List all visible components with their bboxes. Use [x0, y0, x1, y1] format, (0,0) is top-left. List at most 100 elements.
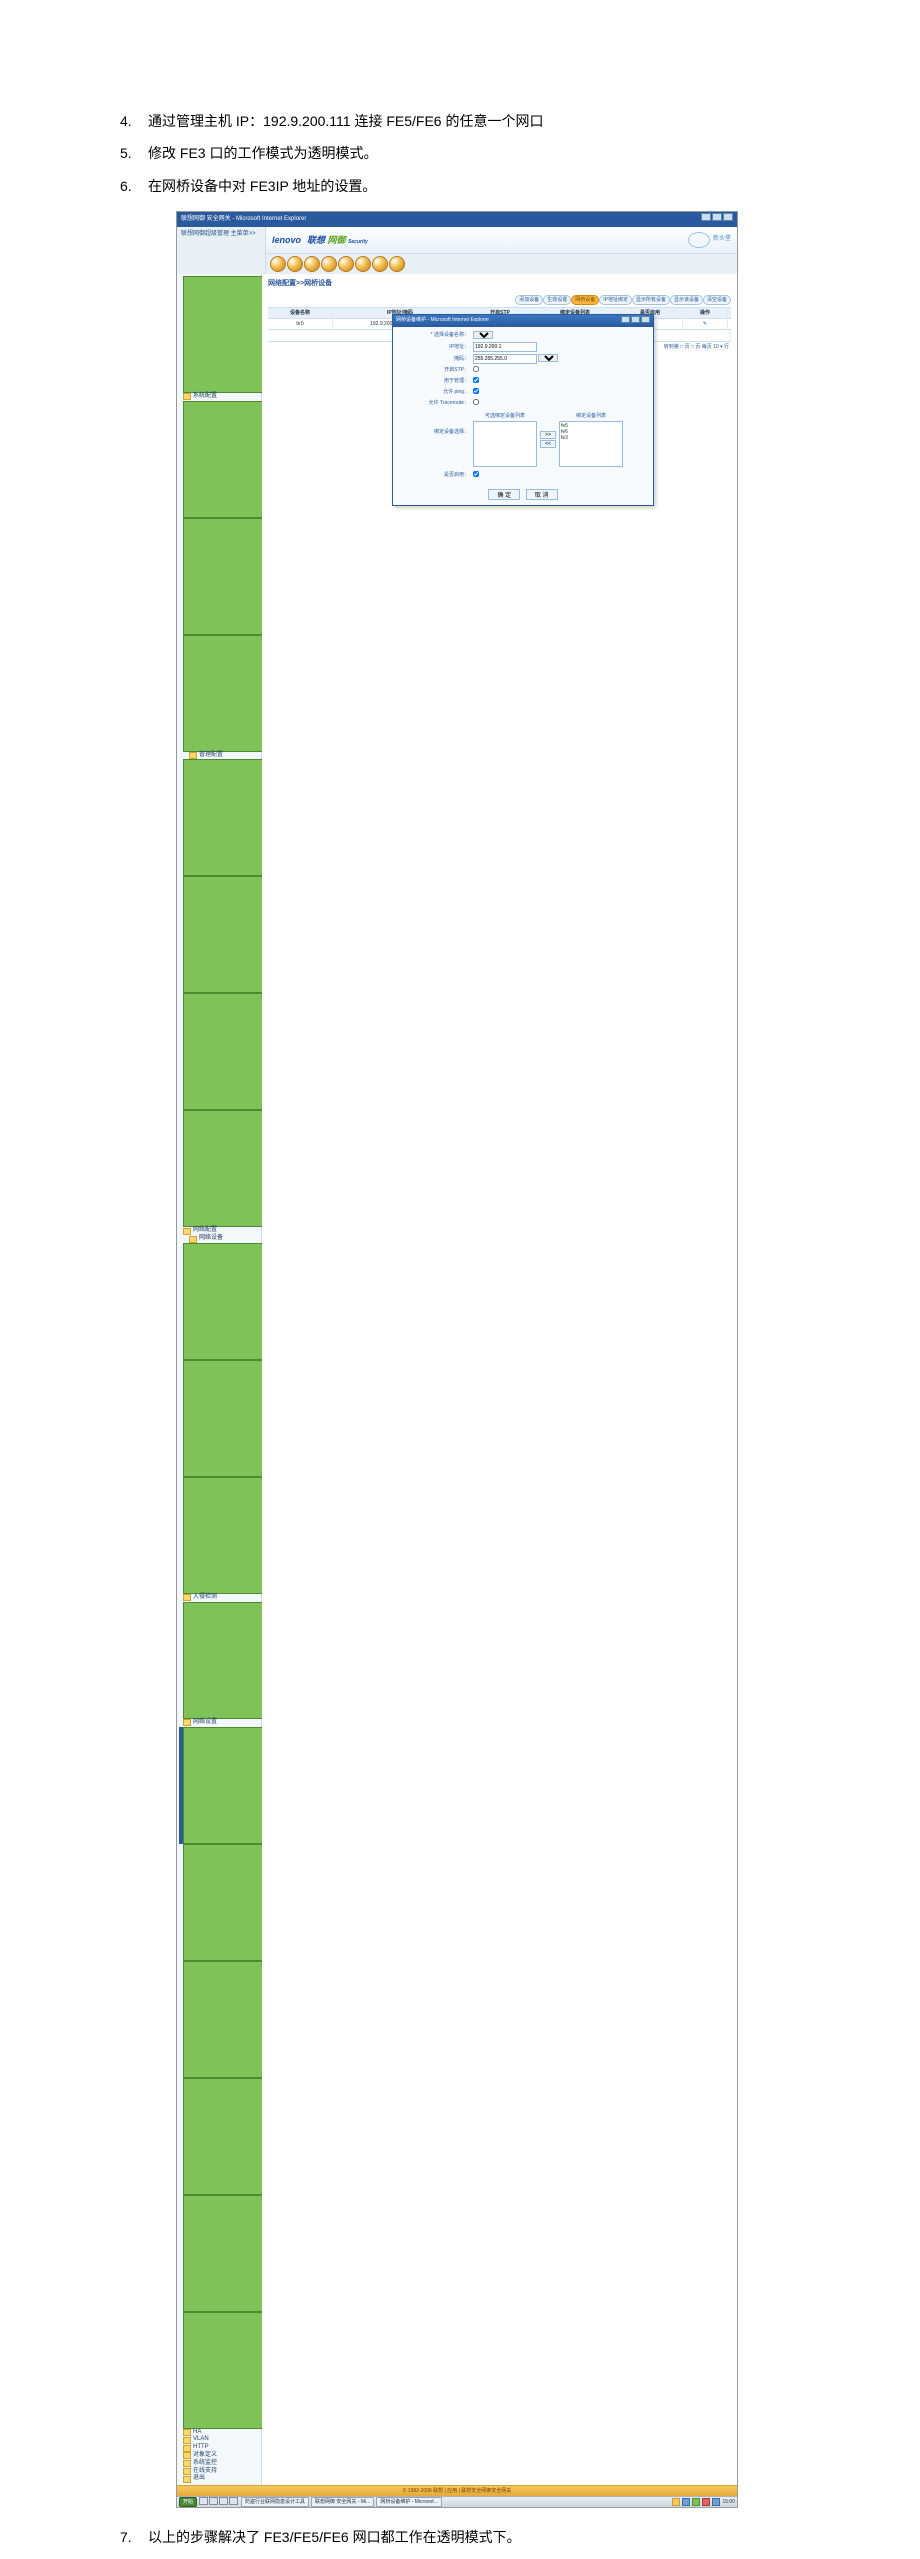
tree-item[interactable]: 管理主机 — [179, 759, 259, 876]
toolbar-button[interactable] — [389, 256, 405, 272]
checkbox-enable[interactable] — [473, 471, 479, 477]
linkbar-item[interactable]: 显示该设备 — [670, 295, 703, 305]
cell-ops[interactable]: ✎ — [683, 319, 728, 329]
tray-icon[interactable] — [682, 2498, 690, 2506]
tree-item[interactable]: 产品许可证 — [179, 1602, 259, 1719]
tree-item-label: 网络设置 — [193, 1719, 217, 1727]
start-button[interactable]: 开始 — [179, 2497, 197, 2507]
tree-item[interactable]: 集中管理 — [179, 1110, 259, 1227]
toolbar-button[interactable] — [270, 256, 286, 272]
tree-item[interactable]: 系统参数 — [179, 518, 259, 635]
tree-item-label: VLAN — [193, 2436, 209, 2444]
tree-item[interactable]: 集中管理 — [179, 1477, 259, 1594]
checkbox-ping[interactable] — [473, 388, 479, 394]
listbox-bound[interactable]: fe5fe6fe3 — [559, 421, 623, 467]
checkbox-stp[interactable] — [473, 366, 479, 372]
tree-item[interactable]: DHCP服务器 — [179, 2195, 259, 2312]
toolbar-button[interactable] — [355, 256, 371, 272]
list-item[interactable]: fe3 — [561, 435, 621, 441]
input-mask[interactable] — [473, 354, 537, 364]
quick-launch[interactable] — [199, 2497, 239, 2508]
toolbar-button[interactable] — [338, 256, 354, 272]
tree-item[interactable]: 退出 — [179, 2475, 259, 2483]
tray-icon[interactable] — [692, 2498, 700, 2506]
tree-item[interactable]: 入侵检测 — [179, 1594, 259, 1602]
tree-item[interactable]: VLAN — [179, 2436, 259, 2444]
statusbar: © 1992-2006 联想 | 应用 | 联想安全网御安全网关 — [177, 2485, 737, 2496]
tree-item[interactable]: 日期时间 — [179, 401, 259, 518]
tray-icon[interactable] — [702, 2498, 710, 2506]
tree-item[interactable]: HTTP — [179, 2444, 259, 2452]
modal-title: 网桥设备维护 - Microsoft Internet Explorer — [396, 316, 489, 326]
checkbox-mgmt[interactable] — [473, 377, 479, 383]
folder-icon — [183, 1719, 191, 1726]
label-bind-select: 绑定设备选择： — [399, 410, 473, 436]
dual-left-title: 可选绑定设备列表 — [473, 412, 537, 420]
tree-item[interactable]: 策略路由 — [179, 2078, 259, 2195]
linkbar-item[interactable]: 网桥设备 — [571, 295, 599, 305]
checkbox-traceroute[interactable] — [473, 399, 479, 405]
label-enable: 是否启用： — [399, 471, 473, 479]
linkbar-item[interactable]: 添加设备 — [515, 295, 543, 305]
tree-item[interactable]: 拨号设备 — [179, 1360, 259, 1477]
tree-item[interactable]: 网络设备 — [179, 1235, 259, 1243]
taskbar-item[interactable]: 防盗行业联网隐患设计工具 — [241, 2497, 309, 2507]
taskbar-item[interactable]: 联想网御 安全网关 - Mi... — [311, 2497, 374, 2507]
tree-item[interactable]: DNS服务器 — [179, 2312, 259, 2429]
tray-icon[interactable] — [672, 2498, 680, 2506]
linkbar-item[interactable]: 显示所有设备 — [632, 295, 670, 305]
step-text: 以上的步骤解决了 FE3/FE5/FE6 网口都工作在透明模式下。 — [148, 2526, 800, 2548]
cell-name: br0 — [268, 319, 333, 329]
ok-button[interactable]: 确 定 — [488, 489, 520, 500]
linkbar-item[interactable]: IP地址绑定 — [599, 295, 632, 305]
select-mask[interactable] — [538, 354, 558, 362]
tree-item[interactable]: HA — [179, 2429, 259, 2437]
cancel-button[interactable]: 取 消 — [526, 489, 558, 500]
tree-item[interactable]: 邮件设置 — [179, 635, 259, 752]
col-ops: 操作 — [683, 308, 728, 318]
tree-item-label: 在线支持 — [193, 2468, 217, 2476]
label-ip: IP地址： — [399, 343, 473, 351]
tree-item[interactable]: 静态路由 — [179, 1961, 259, 2078]
action-linkbar: 添加设备生效设置网桥设备IP地址绑定显示所有设备显示该设备清空设备 — [268, 295, 731, 305]
toolbar-button[interactable] — [304, 256, 320, 272]
toolbar-button[interactable] — [321, 256, 337, 272]
taskbar-item[interactable]: 网桥设备维护 - Microsof... — [376, 2497, 442, 2507]
tree-item[interactable]: 对象定义 — [179, 2452, 259, 2460]
tray-icon[interactable] — [712, 2498, 720, 2506]
tree-item[interactable]: 管理员账号 — [179, 876, 259, 993]
tree-item[interactable]: 系统配置 — [179, 393, 259, 401]
clock: 15:00 — [722, 2498, 735, 2506]
label-mask: 掩码： — [399, 355, 473, 363]
modal-window-buttons[interactable] — [620, 316, 650, 326]
col-name: 设备名称 — [268, 308, 333, 318]
input-ip[interactable] — [473, 342, 537, 352]
tree-item[interactable]: 在线支持 — [179, 2468, 259, 2476]
window-buttons[interactable] — [700, 213, 733, 226]
nav-tree: 首页系统配置日期时间系统参数邮件设置管理配置管理主机管理员账号管理员证书集中管理… — [177, 274, 262, 2485]
step-7: 7. 以上的步骤解决了 FE3/FE5/FE6 网口都工作在透明模式下。 — [120, 2526, 800, 2548]
breadcrumb: 网络配置>>网桥设备 — [268, 278, 731, 289]
tree-item[interactable]: 管理配置 — [179, 752, 259, 760]
tree-item[interactable]: 网桥设备 — [179, 1727, 259, 1844]
tree-item[interactable]: 首页 — [179, 276, 259, 393]
tree-item[interactable]: 系统监控 — [179, 2460, 259, 2468]
linkbar-item[interactable]: 生效设置 — [543, 295, 571, 305]
label-traceroute: 允许 Traceroute： — [399, 399, 473, 407]
step-num: 5. — [120, 142, 148, 164]
linkbar-item[interactable]: 清空设备 — [703, 295, 731, 305]
move-left-button[interactable]: << — [540, 440, 556, 448]
toolbar-button[interactable] — [287, 256, 303, 272]
tree-item[interactable]: 网络配置 — [179, 1227, 259, 1235]
tree-item[interactable]: 物理网络设备 — [179, 1243, 259, 1360]
tree-item[interactable]: 管理员证书 — [179, 993, 259, 1110]
move-right-button[interactable]: >> — [540, 431, 556, 439]
tree-item-label: 网络设备 — [199, 1235, 223, 1243]
system-tray: 15:00 — [672, 2498, 735, 2506]
listbox-available[interactable] — [473, 421, 537, 467]
tree-item[interactable]: 地址映射表 — [179, 1844, 259, 1961]
toolbar-button[interactable] — [372, 256, 388, 272]
modal-titlebar: 网桥设备维护 - Microsoft Internet Explorer — [393, 315, 653, 327]
tree-item[interactable]: 网络设置 — [179, 1719, 259, 1727]
select-device[interactable] — [473, 331, 493, 339]
